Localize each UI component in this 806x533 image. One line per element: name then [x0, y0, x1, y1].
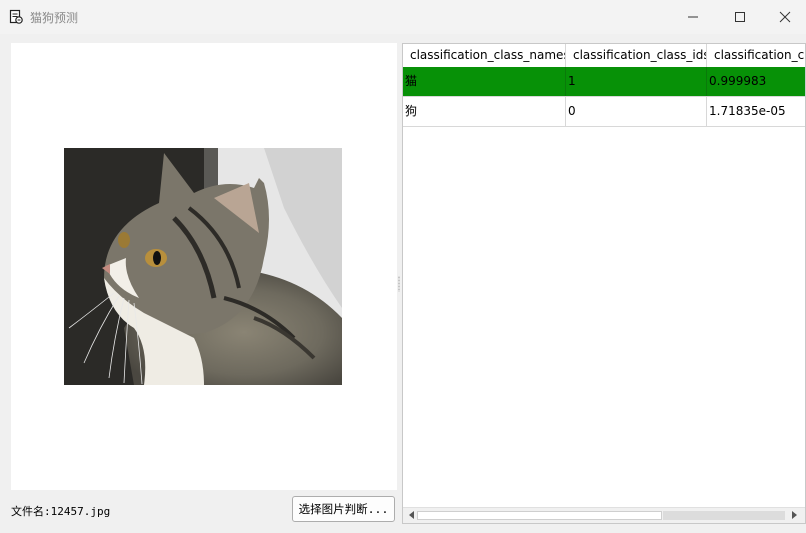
document-edit-icon: [9, 9, 23, 24]
minimize-button[interactable]: [670, 0, 716, 34]
table-row[interactable]: 狗 0 1.71835e-05: [403, 97, 805, 127]
cell-class-id: 1: [566, 67, 707, 96]
cell-class-name: 猫: [403, 67, 566, 96]
chevron-right-icon: [792, 511, 797, 519]
scrollbar-track[interactable]: [663, 511, 785, 520]
results-table[interactable]: classification_class_names classificatio…: [402, 43, 806, 524]
cell-class-name: 狗: [403, 97, 566, 126]
minimize-icon: [688, 16, 698, 18]
cat-photo: [64, 148, 342, 385]
cell-class-id: 0: [566, 97, 707, 126]
horizontal-scrollbar[interactable]: [403, 507, 805, 523]
scroll-right-button[interactable]: [789, 510, 799, 520]
column-header-class-ids[interactable]: classification_class_ids: [566, 44, 707, 67]
splitter-handle[interactable]: [398, 276, 400, 292]
maximize-button[interactable]: [717, 0, 763, 34]
cell-score: 1.71835e-05: [707, 97, 805, 126]
close-icon: [779, 11, 791, 23]
chevron-left-icon: [409, 511, 414, 519]
table-row[interactable]: 猫 1 0.999983: [403, 67, 805, 97]
scrollbar-thumb[interactable]: [417, 511, 662, 520]
column-header-confidence[interactable]: classification_c: [707, 44, 805, 67]
scroll-left-button[interactable]: [407, 510, 417, 520]
image-preview-panel: [11, 43, 397, 490]
close-button[interactable]: [762, 0, 806, 34]
cell-score: 0.999983: [707, 67, 805, 96]
filename-label: 文件名:12457.jpg: [11, 505, 111, 518]
select-image-button[interactable]: 选择图片判断...: [292, 496, 395, 522]
title-bar: 猫狗预测: [0, 0, 806, 34]
maximize-icon: [735, 12, 745, 22]
column-header-class-names[interactable]: classification_class_names: [403, 44, 566, 67]
window-title: 猫狗预测: [30, 11, 79, 25]
table-header: classification_class_names classificatio…: [403, 44, 805, 68]
